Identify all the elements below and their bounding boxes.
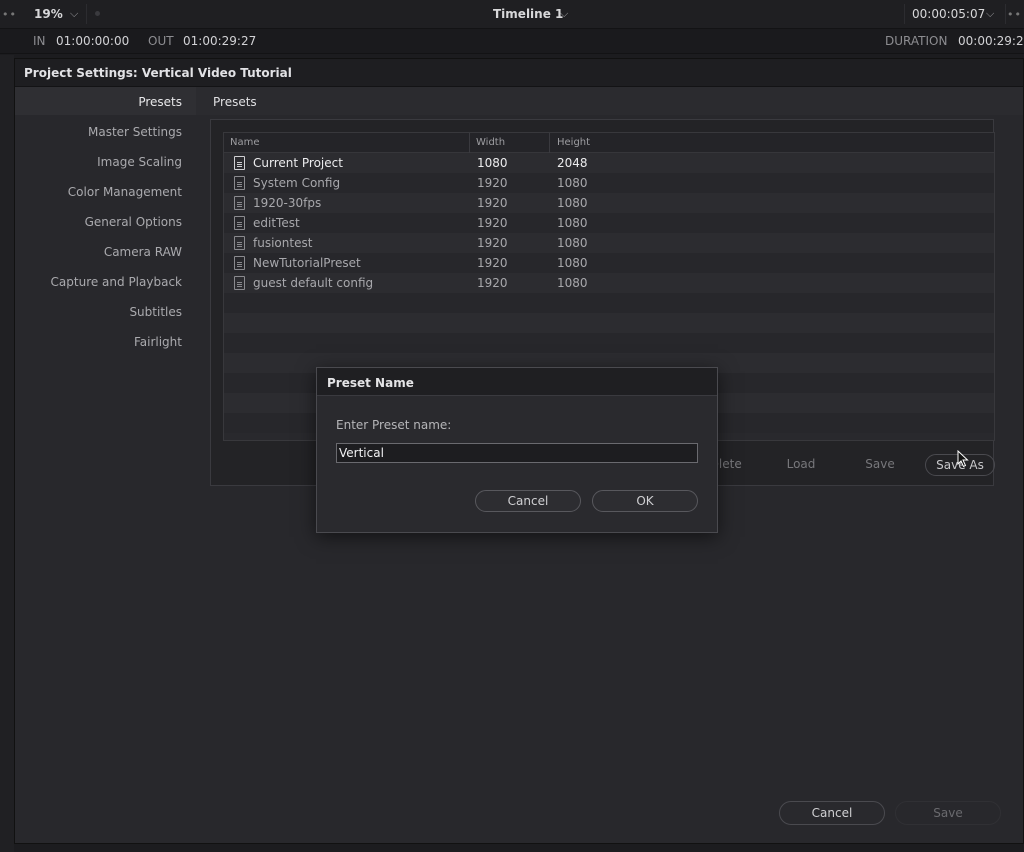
- preset-name: editTest: [253, 216, 300, 230]
- nav-item-camera-raw[interactable]: Camera RAW: [15, 237, 196, 265]
- table-row[interactable]: System Config 1920 1080: [224, 173, 994, 193]
- nav-item-capture-playback[interactable]: Capture and Playback: [15, 267, 196, 295]
- out-timecode: 01:00:29:27: [183, 34, 257, 48]
- timeline-name[interactable]: Timeline 1: [493, 7, 563, 21]
- preset-width: 1080: [477, 156, 508, 170]
- panel-title: Presets: [213, 95, 257, 109]
- document-icon: [234, 256, 245, 270]
- document-icon: [234, 216, 245, 230]
- in-out-bar: IN 01:00:00:00 OUT 01:00:29:27 DURATION …: [0, 29, 1024, 54]
- document-icon: [234, 236, 245, 250]
- in-label: IN: [33, 34, 46, 48]
- preset-width: 1920: [477, 196, 508, 210]
- preset-height: 2048: [557, 156, 588, 170]
- timecode[interactable]: 00:00:05:07: [912, 7, 985, 21]
- nav-item-color-management[interactable]: Color Management: [15, 177, 196, 205]
- empty-row: [224, 333, 994, 353]
- mouse-pointer-icon: [957, 450, 969, 468]
- options-icon[interactable]: ••: [1007, 8, 1022, 21]
- chevron-down-icon[interactable]: ⌵: [986, 7, 994, 21]
- table-row[interactable]: guest default config 1920 1080: [224, 273, 994, 293]
- document-icon: [234, 276, 245, 290]
- preset-height: 1080: [557, 256, 588, 270]
- table-header: Name Width Height: [224, 133, 994, 153]
- panel-header: Presets: [196, 87, 1023, 115]
- viewer-toolbar: •• 19% ⌵ Timeline 1 ⌵ 00:00:05:07 ⌵ ••: [0, 0, 1024, 29]
- document-icon: [234, 156, 245, 170]
- table-row[interactable]: 1920-30fps 1920 1080: [224, 193, 994, 213]
- nav-item-subtitles[interactable]: Subtitles: [15, 297, 196, 325]
- preset-width: 1920: [477, 256, 508, 270]
- duration-timecode: 00:00:29:28: [958, 34, 1024, 48]
- divider: [1005, 4, 1006, 24]
- window-titlebar: Project Settings: Vertical Video Tutoria…: [15, 59, 1023, 87]
- preset-name: fusiontest: [253, 236, 313, 250]
- duration-label: DURATION: [885, 34, 948, 48]
- table-row[interactable]: NewTutorialPreset 1920 1080: [224, 253, 994, 273]
- settings-nav: Presets Master Settings Image Scaling Co…: [15, 87, 196, 387]
- nav-item-fairlight[interactable]: Fairlight: [15, 327, 196, 355]
- empty-row: [224, 293, 994, 313]
- column-divider[interactable]: [469, 133, 470, 153]
- options-icon[interactable]: ••: [2, 8, 17, 21]
- table-row[interactable]: editTest 1920 1080: [224, 213, 994, 233]
- nav-item-general-options[interactable]: General Options: [15, 207, 196, 235]
- preset-height: 1080: [557, 196, 588, 210]
- zoom-level[interactable]: 19%: [34, 7, 63, 21]
- preset-name-dialog: Preset Name Enter Preset name: Cancel OK: [316, 367, 718, 533]
- dialog-cancel-button[interactable]: Cancel: [475, 490, 581, 512]
- nav-item-image-scaling[interactable]: Image Scaling: [15, 147, 196, 175]
- nav-item-presets[interactable]: Presets: [15, 87, 196, 115]
- divider: [904, 4, 905, 24]
- column-header-height[interactable]: Height: [557, 137, 590, 148]
- column-header-name[interactable]: Name: [230, 137, 260, 148]
- background-panel: [0, 55, 14, 852]
- document-icon: [234, 196, 245, 210]
- empty-row: [224, 313, 994, 333]
- load-button[interactable]: Load: [766, 454, 836, 476]
- column-divider[interactable]: [549, 133, 550, 153]
- preset-height: 1080: [557, 176, 588, 190]
- column-header-width[interactable]: Width: [476, 137, 505, 148]
- table-row[interactable]: fusiontest 1920 1080: [224, 233, 994, 253]
- in-timecode: 01:00:00:00: [56, 34, 130, 48]
- preset-name-label: Enter Preset name:: [336, 418, 452, 432]
- out-label: OUT: [148, 34, 174, 48]
- preset-height: 1080: [557, 276, 588, 290]
- preset-height: 1080: [557, 236, 588, 250]
- chevron-down-icon[interactable]: ⌵: [560, 7, 568, 21]
- preset-width: 1920: [477, 276, 508, 290]
- preset-name: NewTutorialPreset: [253, 256, 361, 270]
- preset-name: Current Project: [253, 156, 343, 170]
- preset-name: guest default config: [253, 276, 374, 290]
- preset-width: 1920: [477, 176, 508, 190]
- cancel-button[interactable]: Cancel: [779, 801, 885, 825]
- table-row[interactable]: Current Project 1080 2048: [224, 153, 994, 173]
- dialog-ok-button[interactable]: OK: [592, 490, 698, 512]
- status-dot: [95, 11, 100, 16]
- chevron-down-icon[interactable]: ⌵: [70, 7, 78, 21]
- dialog-titlebar: Preset Name: [317, 368, 717, 396]
- preset-name: System Config: [253, 176, 341, 190]
- dialog-title: Preset Name: [327, 376, 414, 390]
- document-icon: [234, 176, 245, 190]
- save-settings-button[interactable]: Save: [895, 801, 1001, 825]
- save-button[interactable]: Save: [845, 454, 915, 476]
- window-title: Project Settings: Vertical Video Tutoria…: [24, 66, 292, 80]
- preset-width: 1920: [477, 236, 508, 250]
- divider: [86, 4, 87, 24]
- preset-height: 1080: [557, 216, 588, 230]
- preset-name-input[interactable]: [336, 443, 698, 463]
- nav-item-master-settings[interactable]: Master Settings: [15, 117, 196, 145]
- preset-width: 1920: [477, 216, 508, 230]
- preset-name: 1920-30fps: [253, 196, 322, 210]
